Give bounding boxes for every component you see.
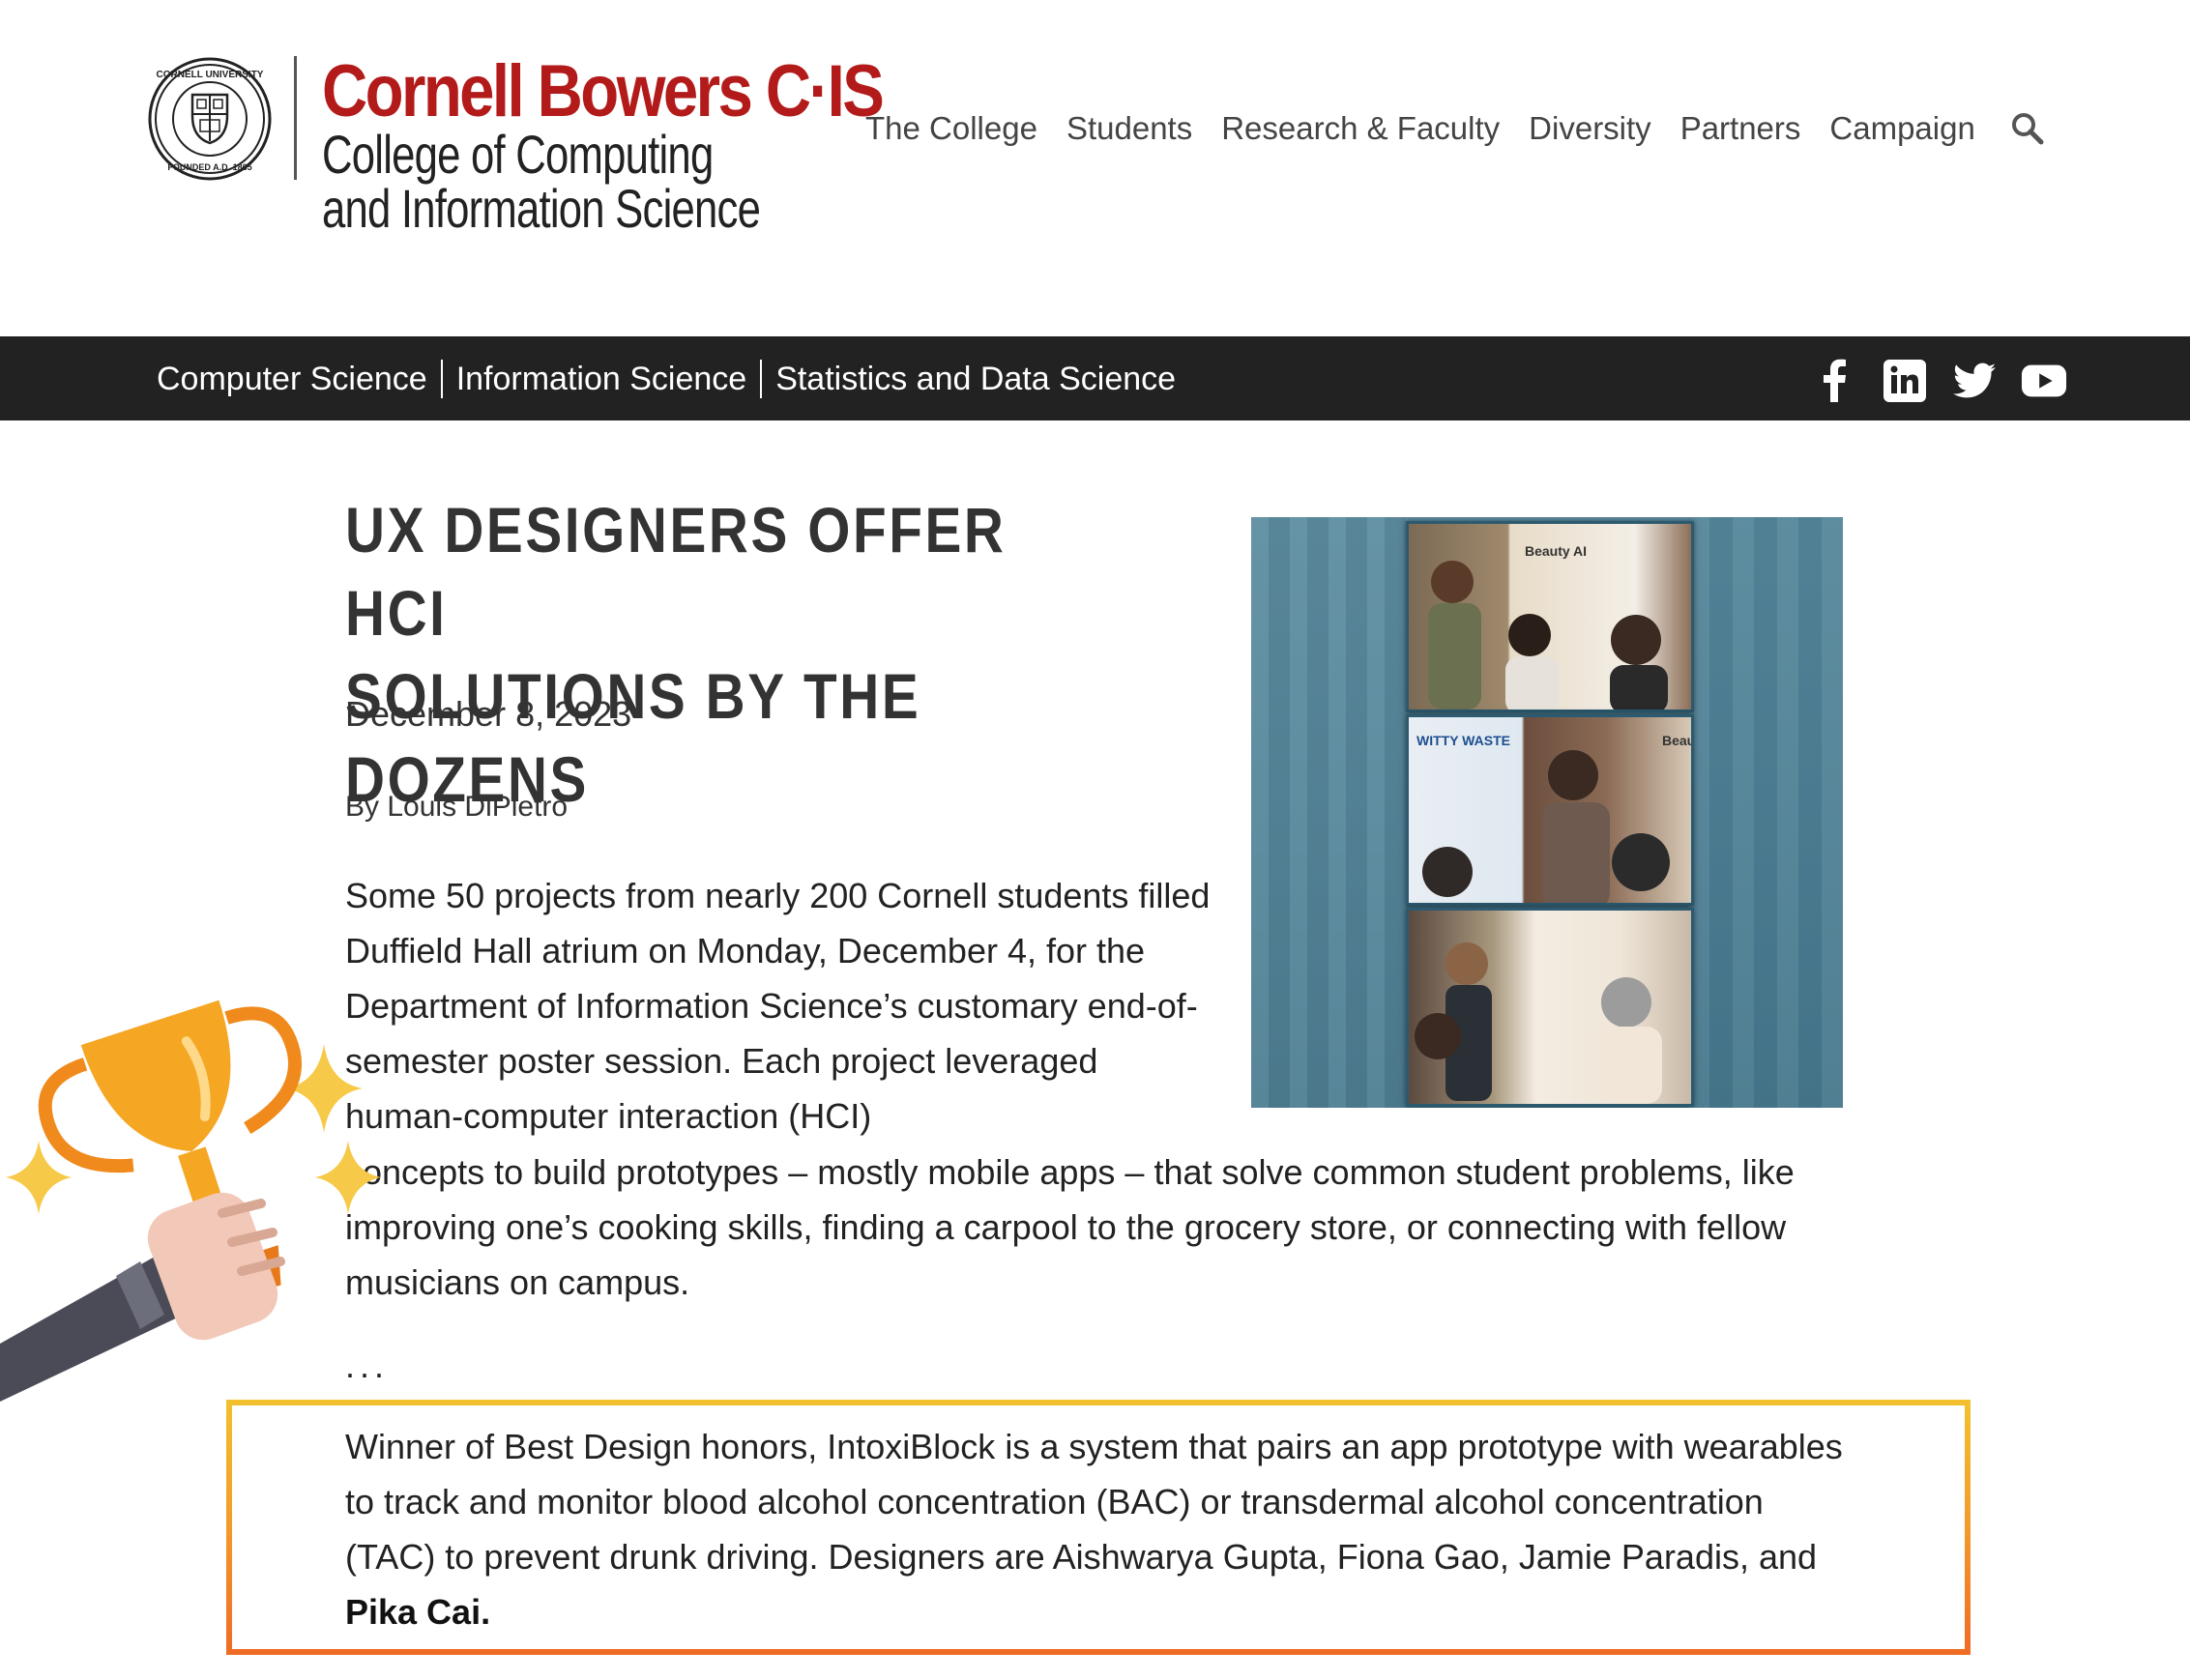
seal-text-bottom: FOUNDED A.D. 1865 bbox=[167, 162, 251, 172]
seal-text-top: CORNELL UNIVERSITY bbox=[157, 70, 264, 80]
winner-text: Winner of Best Design honors, IntoxiBloc… bbox=[345, 1427, 1843, 1577]
nav-partners[interactable]: Partners bbox=[1680, 104, 1801, 153]
youtube-icon[interactable] bbox=[2021, 358, 2067, 404]
program-links: Computer Science Information Science Sta… bbox=[157, 355, 1176, 403]
cornell-seal-logo[interactable]: CORNELL UNIVERSITY FOUNDED A.D. 1865 bbox=[147, 56, 273, 182]
program-separator bbox=[440, 360, 443, 398]
nav-students[interactable]: Students bbox=[1066, 104, 1192, 153]
facebook-icon[interactable] bbox=[1812, 358, 1858, 404]
brand-subtitle[interactable]: College of Computing and Information Sci… bbox=[322, 124, 761, 239]
logo-divider bbox=[294, 56, 297, 180]
article-paragraph-intro: Some 50 projects from nearly 200 Cornell… bbox=[345, 876, 1211, 1136]
search-icon[interactable] bbox=[2008, 109, 2047, 148]
photo-background-right bbox=[1688, 517, 1843, 1108]
program-link-information-science[interactable]: Information Science bbox=[456, 355, 747, 403]
program-link-computer-science[interactable]: Computer Science bbox=[157, 355, 427, 403]
winner-designer-bold: Pika Cai. bbox=[345, 1592, 491, 1632]
twitter-icon[interactable] bbox=[1951, 358, 1998, 404]
photo-panel-poster-discussion bbox=[1406, 908, 1694, 1107]
photo-background-left bbox=[1251, 517, 1406, 1108]
article-paragraph-intro-continued: concepts to build prototypes – mostly mo… bbox=[345, 1152, 1795, 1302]
nav-research-faculty[interactable]: Research & Faculty bbox=[1221, 104, 1500, 153]
article-title-line1: UX DESIGNERS OFFER HCI bbox=[345, 494, 1007, 649]
photo-panel-witty-waste: WITTY WASTE Beaut bbox=[1406, 714, 1694, 906]
brand-wordmark[interactable]: Cornell Bowers C·IS bbox=[322, 50, 885, 133]
poster-session-photo: Beauty AI WITTY WASTE Beaut bbox=[1251, 517, 1843, 1108]
nav-campaign[interactable]: Campaign bbox=[1829, 104, 1974, 153]
social-links bbox=[1789, 358, 2067, 404]
top-navigation: The College Students Research & Faculty … bbox=[865, 104, 2047, 153]
article-byline: By Louis DiPietro bbox=[345, 791, 569, 823]
article-date: December 8, 2023 bbox=[345, 694, 632, 734]
photo-panel-beauty-ai: Beauty AI bbox=[1406, 521, 1694, 712]
brand-subtitle-line1: College of Computing bbox=[322, 124, 714, 185]
program-separator bbox=[760, 360, 763, 398]
program-link-statistics-data-science[interactable]: Statistics and Data Science bbox=[775, 355, 1176, 403]
nav-diversity[interactable]: Diversity bbox=[1529, 104, 1651, 153]
brand-subtitle-line2: and Information Science bbox=[322, 178, 761, 239]
trophy-icon bbox=[0, 999, 381, 1402]
nav-the-college[interactable]: The College bbox=[865, 104, 1037, 153]
winner-paragraph: Winner of Best Design honors, IntoxiBloc… bbox=[345, 1419, 1854, 1639]
linkedin-icon[interactable] bbox=[1882, 358, 1928, 404]
article-title: UX DESIGNERS OFFER HCI SOLUTIONS BY THE … bbox=[345, 488, 1094, 821]
